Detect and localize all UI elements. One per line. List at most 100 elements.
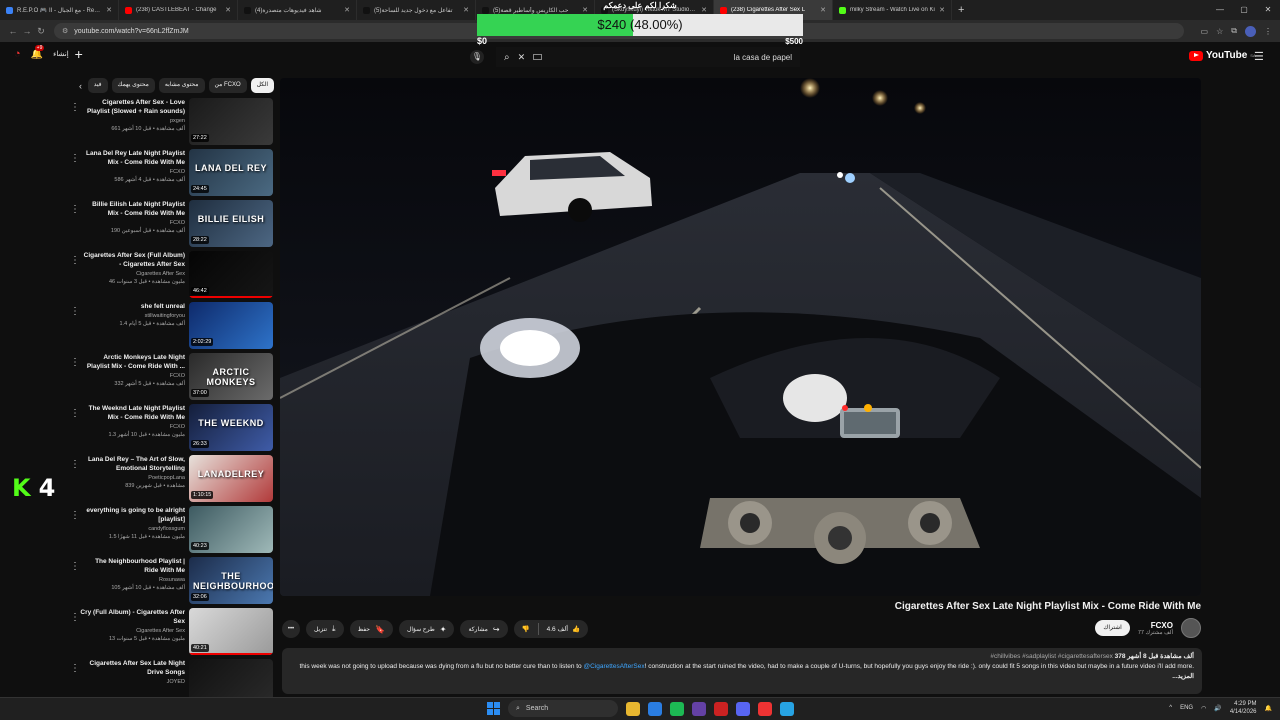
recommendation-item[interactable]: ⋮ The Weeknd Late Night Playlist Mix - Co…	[64, 402, 276, 453]
recommendation-channel[interactable]: FCXO	[80, 424, 185, 430]
description-box[interactable]: #chillvibes #sadplaylist #cigarettesafte…	[282, 648, 1202, 694]
maximize-button[interactable]: ▢	[1232, 0, 1256, 20]
profile-avatar[interactable]	[1245, 25, 1256, 37]
recommendation-channel[interactable]: FCXO	[80, 169, 185, 175]
reload-icon[interactable]: ↻	[34, 26, 48, 37]
video-player[interactable]	[280, 78, 1201, 596]
taskbar-app-icon[interactable]	[758, 701, 772, 716]
recommendation-channel[interactable]: stillwaitingforyou	[80, 313, 185, 319]
extensions-icon[interactable]: ⧉	[1231, 26, 1237, 36]
description-tags[interactable]: #chillvibes #sadplaylist #cigarettesafte…	[990, 653, 1112, 660]
recommendation-item[interactable]: ⋮ she felt unreal stillwaitingforyou 1.4 أل…	[64, 300, 276, 351]
recommendation-thumbnail[interactable]: LANADELREY 1:10:15	[189, 455, 273, 502]
filter-chip[interactable]: الكل	[250, 77, 274, 93]
recommendation-title[interactable]: she felt unreal	[80, 302, 185, 311]
recommendation-thumbnail[interactable]: 2:02:29	[189, 302, 273, 349]
channel-name[interactable]: FCXO	[1138, 621, 1173, 630]
more-options-icon[interactable]: ⋮	[70, 459, 80, 470]
recommendation-title[interactable]: Billie Eilish Late Night Playlist Mix - …	[80, 200, 185, 218]
hamburger-menu-icon[interactable]: ☰	[1254, 50, 1264, 63]
notifications-icon[interactable]: 🔔	[1265, 705, 1272, 712]
clear-search-icon[interactable]: ✕	[518, 52, 526, 63]
account-icon[interactable]: ◔	[14, 48, 21, 60]
browser-tab[interactable]: (238) CASTLEBEAT - Change ✕	[119, 0, 238, 20]
recommendation-item[interactable]: ⋮ The Neighbourhood Playlist | Ride With …	[64, 555, 276, 606]
taskbar-app-icon[interactable]	[626, 701, 640, 716]
tab-close-icon[interactable]: ✕	[106, 6, 112, 14]
more-actions-button[interactable]: •••	[282, 620, 300, 638]
recommendation-title[interactable]: Cigarettes After Sex (Full Album) - Ciga…	[80, 251, 185, 269]
new-tab-button[interactable]: +	[958, 4, 964, 16]
recommendation-channel[interactable]: PoeticpopLana	[80, 475, 185, 481]
like-button[interactable]: 4.6 ألف 👍	[539, 620, 588, 638]
recommendation-item[interactable]: ⋮ Billie Eilish Late Night Playlist Mix -…	[64, 198, 276, 249]
taskbar-app-icon[interactable]	[780, 701, 794, 716]
recommendation-title[interactable]: The Neighbourhood Playlist | Ride With M…	[80, 557, 185, 575]
recommendation-thumbnail[interactable]: BILLIE EILISH 28:22	[189, 200, 273, 247]
taskbar-app-icon[interactable]	[736, 701, 750, 716]
forward-arrow-icon[interactable]: →	[20, 26, 34, 36]
more-options-icon[interactable]: ⋮	[70, 357, 80, 368]
volume-icon[interactable]: 🔊	[1214, 705, 1221, 712]
browser-tab[interactable]: (5)تفاعل مع دخول جديد للساحة ✕	[357, 0, 476, 20]
menu-dots-icon[interactable]: ⋮	[1264, 27, 1272, 36]
minimize-button[interactable]: —	[1208, 0, 1232, 20]
download-button[interactable]: تنزيل ⤓	[306, 620, 344, 638]
recommendation-thumbnail[interactable]: LANA DEL REY 24:45	[189, 149, 273, 196]
taskbar-app-icon[interactable]	[692, 701, 706, 716]
recommendation-title[interactable]: Lana Del Rey – The Art of Slow, Emotiona…	[80, 455, 185, 473]
keyboard-icon[interactable]	[533, 54, 543, 60]
recommendation-channel[interactable]: Cigarettes After Sex	[80, 271, 185, 277]
recommendation-thumbnail[interactable]: 40:21	[189, 608, 273, 655]
search-input[interactable]	[550, 52, 792, 62]
description-mention-link[interactable]: @CigarettesAfterSex	[583, 663, 644, 670]
recommendation-item[interactable]: ⋮ Cigarettes After Sex (Full Album) - Cig…	[64, 249, 276, 300]
recommendation-channel[interactable]: Cigarettes After Sex	[80, 628, 185, 634]
more-options-icon[interactable]: ⋮	[70, 561, 80, 572]
filter-chip[interactable]: محتوى يهمك	[111, 77, 155, 93]
recommendation-title[interactable]: Lana Del Rey Late Night Playlist Mix - C…	[80, 149, 185, 167]
back-arrow-icon[interactable]: ←	[6, 26, 20, 36]
filter-chip[interactable]: محتوى مشابه	[158, 77, 205, 93]
more-options-icon[interactable]: ⋮	[70, 663, 80, 674]
search-icon[interactable]: ⌕	[504, 52, 510, 63]
recommendation-title[interactable]: Cry (Full Album) - Cigarettes After Sex	[80, 608, 185, 626]
filter-chip[interactable]: فيد	[87, 77, 108, 93]
recommendation-channel[interactable]: FCXO	[80, 373, 185, 379]
recommendation-thumbnail[interactable]: THE WEEKND 26:33	[189, 404, 273, 451]
close-window-button[interactable]: ✕	[1256, 0, 1280, 20]
browser-tab[interactable]: R.E.P.O 🎮 II - مع الجبال - Resto ✕	[0, 0, 119, 20]
browser-tab[interactable]: milky Stream - Watch Live on Ki ✕	[833, 0, 952, 20]
recommendation-item[interactable]: ⋮ Lana Del Rey Late Night Playlist Mix - …	[64, 147, 276, 198]
ask-button[interactable]: طرح سؤال ✦	[398, 620, 455, 638]
recommendation-channel[interactable]: JOYED	[80, 679, 185, 685]
show-more-button[interactable]: ...المزيد	[290, 672, 1194, 682]
recommendation-thumbnail[interactable]: 27:22	[189, 98, 273, 145]
recommendation-thumbnail[interactable]: 40:23	[189, 506, 273, 553]
site-info-icon[interactable]: ⚙	[62, 27, 68, 35]
recommendation-channel[interactable]: pxgen	[80, 118, 185, 124]
tab-close-icon[interactable]: ✕	[820, 6, 826, 14]
subscribe-button[interactable]: اشتراك	[1095, 620, 1130, 636]
tab-close-icon[interactable]: ✕	[344, 6, 350, 14]
tab-close-icon[interactable]: ✕	[463, 6, 469, 14]
dislike-button[interactable]: 👎	[514, 620, 538, 638]
taskbar-app-icon[interactable]	[670, 701, 684, 716]
recommendation-item[interactable]: ⋮ Arctic Monkeys Late Night Playlist Mix …	[64, 351, 276, 402]
more-options-icon[interactable]: ⋮	[70, 153, 80, 164]
more-options-icon[interactable]: ⋮	[70, 102, 80, 113]
recommendation-item[interactable]: ⋮ Lana Del Rey – The Art of Slow, Emotion…	[64, 453, 276, 504]
more-options-icon[interactable]: ⋮	[70, 612, 80, 623]
bookmark-star-icon[interactable]: ☆	[1216, 27, 1223, 36]
voice-search-mic-icon[interactable]: 🎙	[470, 50, 484, 64]
lang-indicator[interactable]: ENG	[1180, 705, 1193, 711]
recommendation-title[interactable]: The Weeknd Late Night Playlist Mix - Com…	[80, 404, 185, 422]
taskbar-app-icon[interactable]	[648, 701, 662, 716]
taskbar-app-icon[interactable]	[714, 701, 728, 716]
recommendation-title[interactable]: everything is going to be alright [playl…	[80, 506, 185, 524]
recommendation-title[interactable]: Cigarettes After Sex Late Night Drive So…	[80, 659, 185, 677]
recommendation-thumbnail[interactable]: THE NEIGHBOURHOOD 32:06	[189, 557, 273, 604]
recommendation-title[interactable]: Cigarettes After Sex - Love Playlist (Sl…	[80, 98, 185, 116]
more-options-icon[interactable]: ⋮	[70, 306, 80, 317]
recommendation-channel[interactable]: FCXO	[80, 220, 185, 226]
